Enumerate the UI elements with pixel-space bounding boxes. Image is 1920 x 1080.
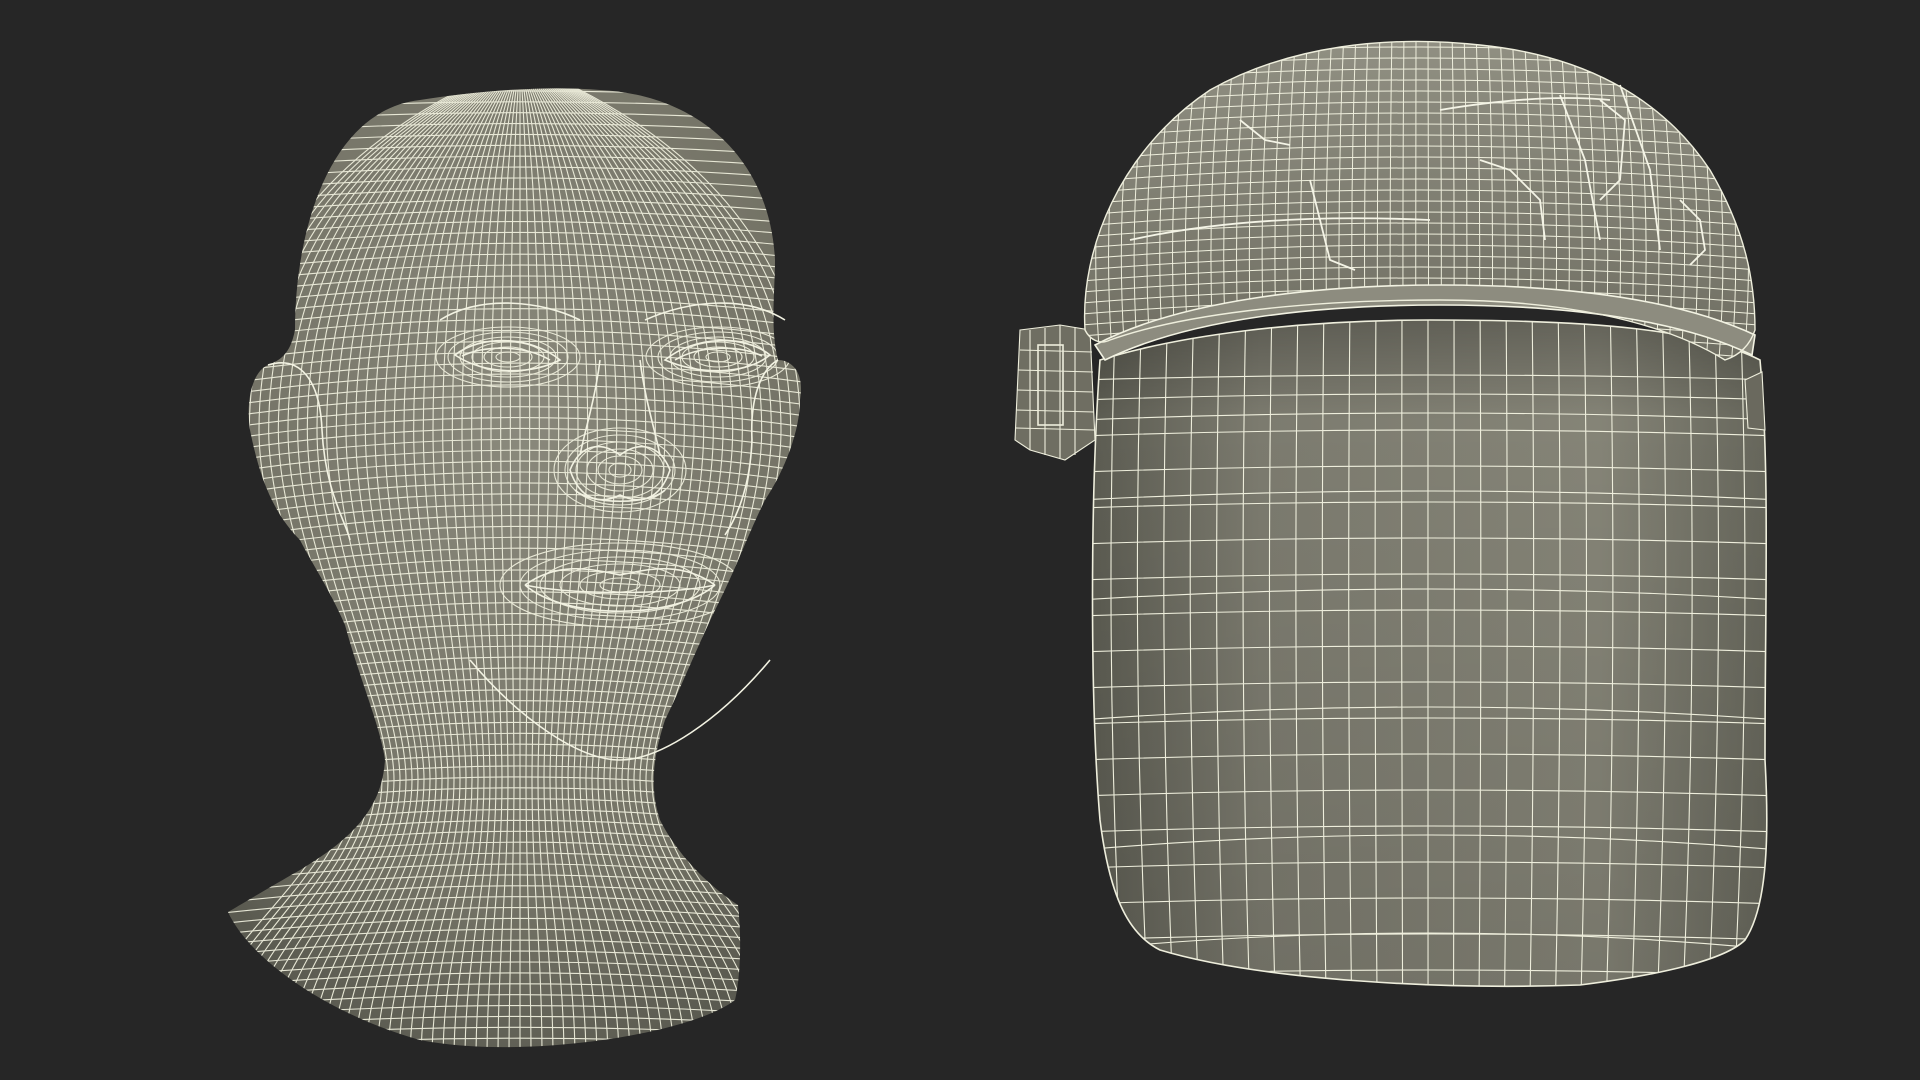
mesh-vertical bbox=[1764, 30, 1787, 370]
mesh-latitude bbox=[228, 88, 801, 91]
mesh-vertical bbox=[1800, 30, 1825, 370]
head-wireframe-model bbox=[200, 88, 840, 1070]
mesh-horizontal bbox=[1070, 25, 1770, 40]
mesh-vertical bbox=[1776, 30, 1800, 370]
headgear bbox=[1057, 25, 1825, 370]
render-viewport bbox=[0, 0, 1920, 1080]
visor bbox=[1091, 319, 1768, 988]
mesh-latitude bbox=[200, 1060, 840, 1070]
face-shield-wireframe-model bbox=[1014, 25, 1825, 988]
mesh-latitude bbox=[200, 1049, 840, 1060]
mesh-vertical bbox=[1057, 30, 1080, 370]
mesh-vertical bbox=[1788, 30, 1813, 370]
mesh-vertical bbox=[1427, 41, 1430, 360]
adjustment-knob bbox=[1014, 324, 1096, 461]
side-bracket bbox=[1744, 371, 1766, 431]
